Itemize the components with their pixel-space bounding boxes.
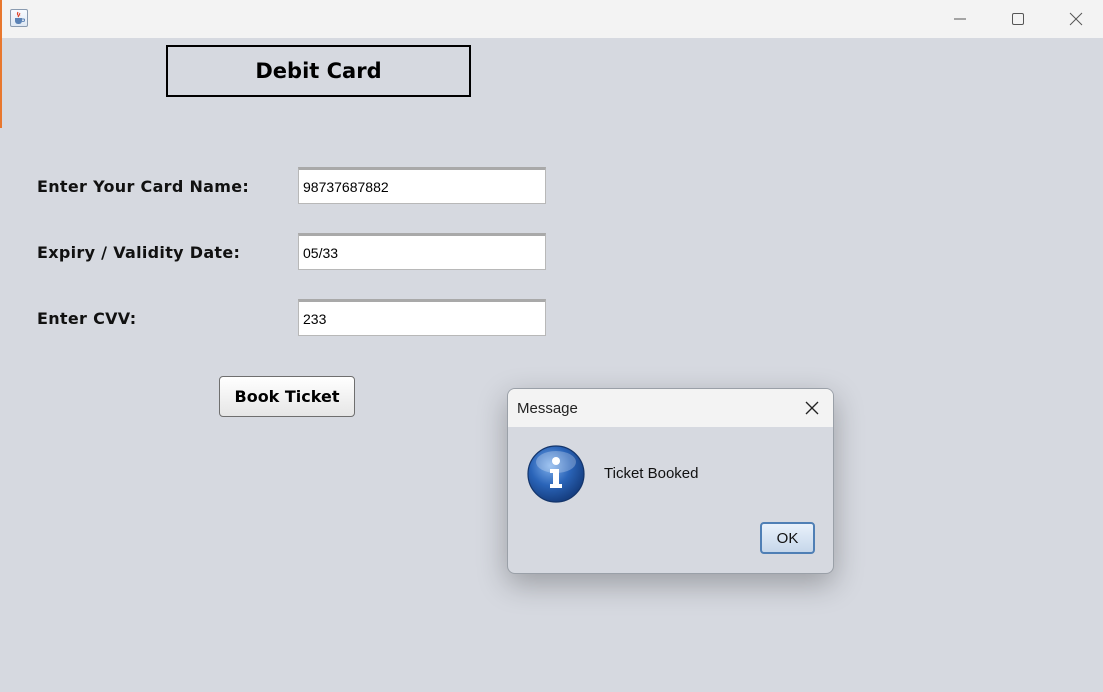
message-dialog: Message Ticket Booked OK (507, 388, 834, 574)
close-button[interactable] (1047, 0, 1103, 38)
maximize-icon (1012, 13, 1024, 25)
card-name-label: Enter Your Card Name: (37, 177, 250, 196)
java-cup-icon (10, 9, 28, 27)
expiry-date-label: Expiry / Validity Date: (37, 243, 241, 262)
window-titlebar[interactable] (0, 0, 1103, 38)
minimize-icon (954, 18, 966, 20)
close-icon (1069, 12, 1083, 26)
dialog-titlebar[interactable]: Message (508, 389, 833, 427)
dialog-close-icon[interactable] (803, 399, 821, 417)
cvv-label: Enter CVV: (37, 309, 137, 328)
info-icon (527, 445, 585, 503)
book-ticket-button[interactable]: Book Ticket (219, 376, 355, 417)
ok-button[interactable]: OK (760, 522, 815, 554)
dialog-message: Ticket Booked (604, 465, 699, 482)
cvv-field[interactable] (298, 299, 546, 336)
expiry-date-field[interactable] (298, 233, 546, 270)
dialog-title: Message (517, 400, 578, 417)
maximize-button[interactable] (989, 0, 1047, 38)
form-heading: Debit Card (166, 45, 471, 97)
minimize-button[interactable] (931, 0, 989, 38)
window-accent-edge (0, 0, 2, 128)
card-name-field[interactable] (298, 167, 546, 204)
